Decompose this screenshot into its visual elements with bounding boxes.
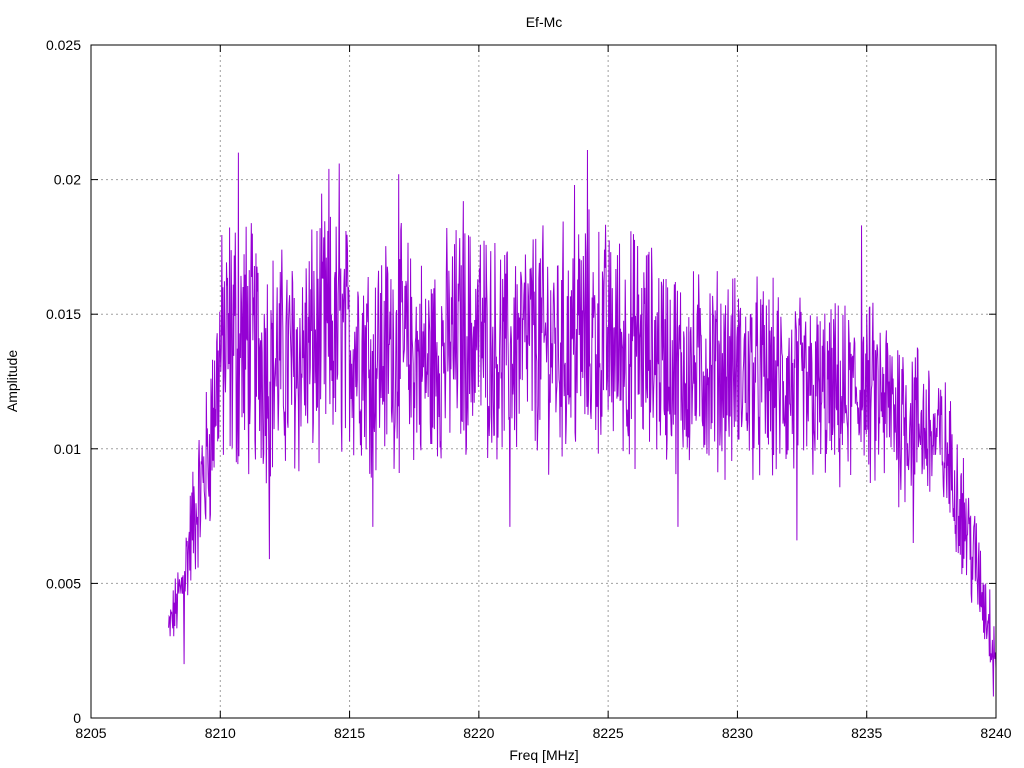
x-tick-label: 8240 bbox=[980, 725, 1011, 741]
y-axis-label: Amplitude bbox=[4, 350, 20, 412]
y-tick-label: 0.01 bbox=[54, 441, 81, 457]
y-tick-label: 0 bbox=[73, 710, 81, 726]
line-chart: 8205 8210 8215 8220 8225 8230 8235 8240 0 0.005 0… bbox=[0, 0, 1024, 768]
x-tick-label: 8230 bbox=[722, 725, 753, 741]
y-tick-label: 0.005 bbox=[46, 575, 81, 591]
chart-title: Ef-Mc bbox=[526, 14, 563, 30]
y-tick-label: 0.025 bbox=[46, 37, 81, 53]
y-tick-label: 0.015 bbox=[46, 306, 81, 322]
x-tick-label: 8210 bbox=[205, 725, 236, 741]
x-tick-label: 8235 bbox=[851, 725, 882, 741]
x-tick-label: 8215 bbox=[334, 725, 365, 741]
x-tick-label: 8205 bbox=[75, 725, 106, 741]
x-tick-label: 8225 bbox=[593, 725, 624, 741]
x-tick-label: 8220 bbox=[463, 725, 494, 741]
y-tick-label: 0.02 bbox=[54, 172, 81, 188]
x-axis-label: Freq [MHz] bbox=[509, 747, 578, 763]
